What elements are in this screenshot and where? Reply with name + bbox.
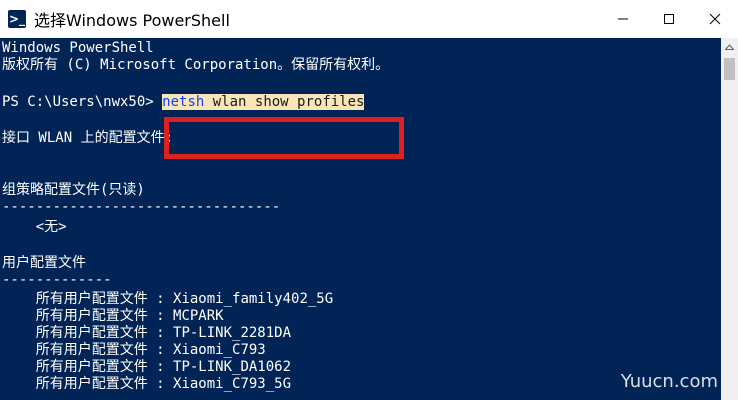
- scroll-thumb[interactable]: [724, 58, 735, 80]
- group-policy-rule: ---------------------------------: [2, 199, 281, 215]
- close-icon: [709, 13, 721, 25]
- command-name: netsh: [162, 94, 205, 110]
- console-output[interactable]: Windows PowerShell 版权所有 (C) Microsoft Co…: [0, 38, 738, 400]
- close-button[interactable]: [692, 0, 738, 38]
- profile-label: 所有用户配置文件 :: [2, 342, 174, 358]
- vertical-scrollbar[interactable]: [721, 38, 738, 400]
- prompt-separator: >: [145, 94, 163, 110]
- profile-line: 所有用户配置文件 : TP-LINK_DA1062: [2, 359, 291, 376]
- highlighted-command: netsh wlan show profiles: [162, 94, 365, 110]
- powershell-window: >_ 选择Windows PowerShell Windows PowerShe…: [0, 0, 738, 400]
- chevron-up-icon: [725, 43, 734, 50]
- window-title: 选择Windows PowerShell: [34, 11, 230, 30]
- profile-line: 所有用户配置文件 : MCPARK: [2, 308, 224, 325]
- profile-name: Xiaomi_C793_5G: [173, 376, 292, 392]
- maximize-icon: [664, 14, 674, 24]
- user-profiles-header: 用户配置文件: [2, 255, 86, 271]
- prompt-text: PS C:\Users\nwx50: [2, 94, 146, 110]
- profile-name: TP-LINK_DA1062: [173, 359, 292, 375]
- profile-line: 所有用户配置文件 : TP-LINK_2281DA: [2, 325, 291, 342]
- group-policy-none: <无>: [2, 219, 67, 235]
- user-profiles-rule: -------------: [2, 272, 112, 288]
- profile-line: 所有用户配置文件 : Xiaomi_family402_5G: [2, 291, 333, 308]
- command-args: wlan show profiles: [204, 94, 365, 110]
- profile-name: Xiaomi_family402_5G: [173, 291, 334, 307]
- banner-line: Windows PowerShell: [2, 40, 154, 56]
- profile-name: TP-LINK_2281DA: [173, 325, 292, 341]
- title-bar[interactable]: >_ 选择Windows PowerShell: [0, 0, 738, 38]
- minimize-icon: [618, 18, 628, 20]
- profile-label: 所有用户配置文件 :: [2, 376, 174, 392]
- maximize-button[interactable]: [646, 0, 692, 38]
- prompt-line: PS C:\Users\nwx50> netsh wlan show profi…: [2, 94, 365, 111]
- red-annotation-box: [164, 117, 404, 159]
- minimize-button[interactable]: [600, 0, 646, 38]
- profile-label: 所有用户配置文件 :: [2, 325, 174, 341]
- profile-line: 所有用户配置文件 : Xiaomi_C793_5G: [2, 376, 291, 393]
- powershell-icon: >_: [8, 10, 26, 28]
- profile-label: 所有用户配置文件 :: [2, 308, 174, 324]
- profile-label: 所有用户配置文件 :: [2, 291, 174, 307]
- watermark: Yuucn.com: [620, 371, 718, 392]
- scroll-up-button[interactable]: [721, 38, 738, 55]
- profile-line: 所有用户配置文件 : Xiaomi_C793: [2, 342, 266, 359]
- interface-header: 接口 WLAN 上的配置文件:: [2, 130, 174, 146]
- profile-name: MCPARK: [173, 308, 224, 324]
- copyright-line: 版权所有 (C) Microsoft Corporation。保留所有权利。: [2, 57, 390, 73]
- profile-name: Xiaomi_C793: [173, 342, 266, 358]
- profile-label: 所有用户配置文件 :: [2, 359, 174, 375]
- group-policy-header: 组策略配置文件(只读): [2, 182, 145, 198]
